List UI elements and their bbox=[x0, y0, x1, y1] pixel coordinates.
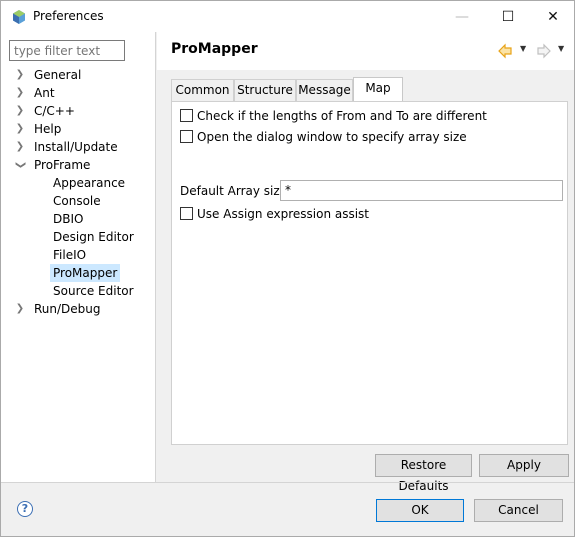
tree-item-label: Help bbox=[34, 122, 62, 136]
close-button[interactable]: ✕ bbox=[530, 1, 575, 32]
tab-map[interactable]: Map bbox=[353, 77, 403, 102]
apply-label: Apply bbox=[507, 458, 541, 472]
title-bar: Preferences — ☐ ✕ bbox=[1, 1, 574, 32]
default-array-size-field[interactable]: * bbox=[280, 180, 563, 201]
tree-item-source-editor[interactable]: Source Editor bbox=[1, 282, 155, 300]
tree-item-proframe[interactable]: ❯ ProFrame bbox=[1, 156, 155, 174]
tree-item-console[interactable]: Console bbox=[1, 192, 155, 210]
tree-item-run-debug[interactable]: ❯ Run/Debug bbox=[1, 300, 155, 318]
filter-input[interactable] bbox=[9, 40, 125, 61]
tree-item-label: Design Editor bbox=[53, 230, 134, 244]
tree-item-label: Run/Debug bbox=[34, 302, 101, 316]
cancel-button[interactable]: Cancel bbox=[474, 499, 563, 522]
default-array-size-label: Default Array size bbox=[180, 184, 288, 198]
tree-item-label: DBIO bbox=[53, 212, 84, 226]
tree-item-help[interactable]: ❯ Help bbox=[1, 120, 155, 138]
tab-label: Message bbox=[298, 83, 351, 97]
preference-page: ProMapper ▼ ▼ Common Structure Message M… bbox=[157, 32, 574, 493]
tree-item-label: C/C++ bbox=[34, 104, 75, 118]
tab-message[interactable]: Message bbox=[296, 79, 353, 101]
footer-divider bbox=[1, 482, 574, 483]
open-dialog-label: Open the dialog window to specify array … bbox=[197, 130, 467, 144]
tree-item-label: FileIO bbox=[53, 248, 87, 262]
apply-button[interactable]: Apply bbox=[479, 454, 569, 477]
chevron-right-icon[interactable]: ❯ bbox=[14, 300, 26, 318]
tab-label: Map bbox=[365, 81, 391, 95]
tree-item-c-cpp[interactable]: ❯ C/C++ bbox=[1, 102, 155, 120]
restore-defaults-label: Restore Defaults bbox=[398, 458, 449, 493]
assign-assist-label: Use Assign expression assist bbox=[197, 207, 370, 221]
forward-history-dropdown-icon[interactable]: ▼ bbox=[558, 44, 564, 53]
preferences-window: Preferences — ☐ ✕ ❯ General ❯ Ant ❯ C/C+… bbox=[0, 0, 575, 537]
maximize-button[interactable]: ☐ bbox=[485, 1, 531, 32]
tree-item-promapper[interactable]: ProMapper bbox=[1, 264, 155, 282]
tree-item-label: General bbox=[34, 68, 82, 82]
chevron-right-icon[interactable]: ❯ bbox=[14, 102, 26, 120]
back-arrow-icon[interactable] bbox=[497, 43, 513, 59]
chevron-right-icon[interactable]: ❯ bbox=[14, 66, 26, 84]
chevron-right-icon[interactable]: ❯ bbox=[14, 120, 26, 138]
tree-item-fileio[interactable]: FileIO bbox=[1, 246, 155, 264]
tree-item-dbio[interactable]: DBIO bbox=[1, 210, 155, 228]
tab-common[interactable]: Common bbox=[171, 79, 234, 101]
check-lengths-checkbox[interactable] bbox=[180, 109, 193, 122]
tree-item-general[interactable]: ❯ General bbox=[1, 66, 155, 84]
ok-label: OK bbox=[411, 503, 429, 517]
tree-item-label: Source Editor bbox=[53, 284, 134, 298]
chevron-right-icon[interactable]: ❯ bbox=[14, 84, 26, 102]
restore-defaults-button[interactable]: Restore Defaults bbox=[375, 454, 472, 493]
tree-item-label: Install/Update bbox=[34, 140, 118, 154]
tree-item-install-update[interactable]: ❯ Install/Update bbox=[1, 138, 155, 156]
maximize-icon: ☐ bbox=[501, 8, 515, 25]
tree-item-design-editor[interactable]: Design Editor bbox=[1, 228, 155, 246]
tab-label: Structure bbox=[237, 83, 293, 97]
chevron-right-icon[interactable]: ❯ bbox=[14, 138, 26, 156]
forward-arrow-icon[interactable] bbox=[536, 43, 552, 59]
minimize-button[interactable]: — bbox=[439, 1, 485, 32]
window-title: Preferences bbox=[33, 9, 104, 23]
help-glyph: ? bbox=[21, 502, 29, 515]
assign-assist-checkbox[interactable] bbox=[180, 207, 193, 220]
tree-item-label: Ant bbox=[34, 86, 55, 100]
page-header: ProMapper ▼ ▼ bbox=[157, 32, 574, 70]
tree-item-label: ProMapper bbox=[50, 264, 121, 282]
tree-item-ant[interactable]: ❯ Ant bbox=[1, 84, 155, 102]
cancel-label: Cancel bbox=[498, 503, 539, 517]
tree-item-appearance[interactable]: Appearance bbox=[1, 174, 155, 192]
open-dialog-checkbox[interactable] bbox=[180, 130, 193, 143]
tab-structure[interactable]: Structure bbox=[234, 79, 296, 101]
tree-item-label: Appearance bbox=[53, 176, 126, 190]
check-lengths-label: Check if the lengths of From and To are … bbox=[197, 109, 487, 123]
tab-label: Common bbox=[175, 83, 230, 97]
tree-item-label: Console bbox=[53, 194, 101, 208]
back-history-dropdown-icon[interactable]: ▼ bbox=[520, 44, 526, 53]
minimize-icon: — bbox=[455, 8, 469, 25]
tree-item-label: ProFrame bbox=[34, 158, 91, 172]
ok-button[interactable]: OK bbox=[376, 499, 464, 522]
default-array-size-value: * bbox=[285, 183, 291, 197]
help-icon[interactable]: ? bbox=[17, 501, 33, 517]
close-icon: ✕ bbox=[547, 8, 559, 25]
preference-tree-pane: ❯ General ❯ Ant ❯ C/C++ ❯ Help ❯ Install… bbox=[1, 32, 156, 482]
map-tab-panel: Check if the lengths of From and To are … bbox=[171, 101, 568, 445]
chevron-down-icon[interactable]: ❯ bbox=[11, 159, 29, 171]
eclipse-app-icon bbox=[13, 10, 25, 24]
page-title: ProMapper bbox=[171, 41, 258, 57]
